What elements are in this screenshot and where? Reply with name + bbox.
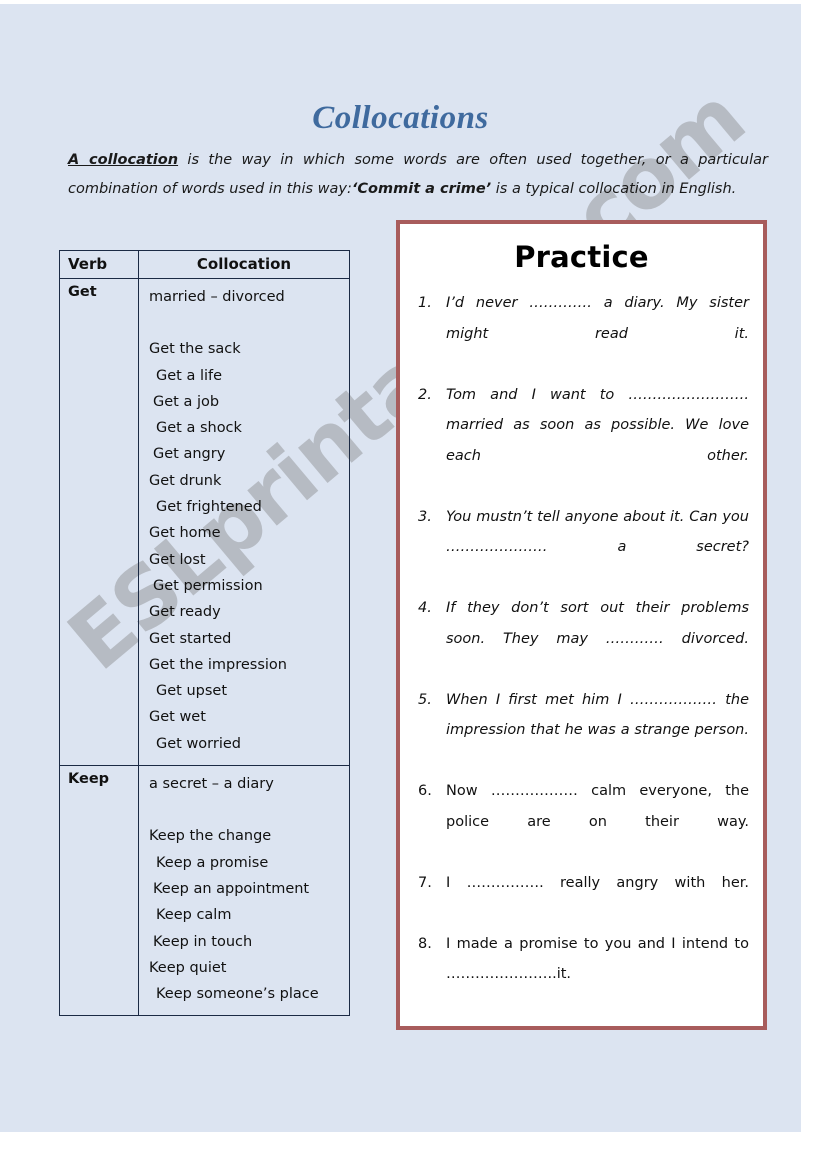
collocation-item: Get started — [149, 630, 232, 647]
practice-item: 8. I made a promise to you and I intend t… — [418, 929, 749, 1021]
collocation-item: Get drunk — [149, 472, 222, 489]
practice-item-number: 3. — [418, 508, 432, 525]
collocation-cell: married – divorced Get the sack Get a life… — [138, 277, 350, 767]
collocation-lead: a secret – a diary — [149, 776, 274, 793]
practice-item: 5. When I first met him I ……………… the impr… — [418, 685, 749, 777]
practice-item: 9. It was such a loud crash me.I …………… qu… — [418, 1020, 749, 1026]
practice-item-number: 6. — [418, 783, 432, 799]
practice-box: Practice 1. I’d never …………. a diary. My s… — [396, 220, 767, 1030]
practice-item: 2. Tom and I want to ……………………. married as… — [418, 380, 749, 502]
practice-item-number: 9. — [418, 1020, 442, 1026]
intro-example: ‘Commit a crime’ — [351, 181, 492, 197]
collocation-item: Keep a promise — [156, 854, 269, 871]
column-header-verb: Verb — [59, 250, 139, 279]
page-title: Collocations — [312, 100, 489, 136]
table-row: Keep a secret – a diary Keep the change Kee… — [59, 765, 350, 1017]
collocation-table: Verb Collocation Get married – divorced Ge… — [59, 250, 350, 1017]
collocation-item: Keep quiet — [149, 959, 227, 976]
intro-paragraph: A collocation is the way in which some w… — [68, 146, 768, 204]
practice-heading: Practice — [514, 240, 649, 274]
collocation-item: Get home — [149, 525, 221, 542]
collocation-lead: married – divorced — [149, 289, 285, 305]
collocation-item: Get wet — [149, 709, 206, 726]
practice-item-text: I’d never …………. a diary. My sister might… — [446, 295, 749, 342]
collocation-item: Keep calm — [156, 907, 232, 924]
collocation-item: Keep an appointment — [153, 880, 310, 897]
collocation-item: Get permission — [153, 577, 263, 594]
collocation-item: Get lost — [149, 551, 206, 568]
collocation-item: Get the sack — [149, 341, 241, 358]
verb-cell: Keep — [59, 765, 139, 1017]
table-header-row: Verb Collocation — [59, 250, 350, 279]
collocation-item: Get frightened — [156, 499, 262, 516]
collocation-item: Get angry — [153, 446, 226, 463]
practice-item: 4. If they don’t sort out their problems … — [418, 593, 749, 685]
practice-item-text: I made a promise to you and I intend to … — [446, 935, 749, 983]
collocation-item: Keep in touch — [153, 933, 253, 950]
paper-edge-right — [801, 0, 826, 1169]
collocation-item: Get ready — [149, 604, 221, 621]
practice-item-number: 1. — [418, 295, 432, 311]
column-header-collocation: Collocation — [138, 250, 350, 279]
practice-item-number: 8. — [418, 935, 432, 952]
practice-item-number: 4. — [418, 600, 432, 616]
table-row: Get married – divorced Get the sack Get a l… — [59, 277, 350, 767]
practice-item: 3. You mustn’t tell anyone about it. Can … — [418, 502, 749, 594]
practice-item-text: I ……………. really angry with her. — [446, 874, 749, 891]
practice-item: 7. I ……………. really angry with her. — [418, 868, 749, 929]
paper-edge-bottom — [0, 1132, 826, 1169]
collocation-item: Get upset — [156, 683, 228, 700]
practice-item-text: Tom and I want to ……………………. married as s… — [446, 386, 749, 464]
collocation-item: Get the impression — [149, 656, 287, 673]
verb-cell: Get — [59, 277, 139, 767]
intro-term: A collocation — [68, 152, 179, 168]
practice-item-text: When I first met him I ……………… the impres… — [446, 691, 749, 739]
practice-item-text: If they don’t sort out their problems so… — [446, 600, 749, 647]
practice-item: 6. Now ……………… calm everyone, the police a… — [418, 776, 749, 868]
practice-item: 1. I’d never …………. a diary. My sister mig… — [418, 288, 749, 380]
collocation-item: Get a job — [153, 393, 220, 410]
practice-item-text: You mustn’t tell anyone about it. Can yo… — [446, 508, 749, 556]
practice-item-number: 5. — [418, 691, 432, 708]
collocation-cell: a secret – a diary Keep the change Keep a … — [138, 765, 350, 1017]
practice-question-list: 1. I’d never …………. a diary. My sister mig… — [400, 288, 763, 1026]
collocation-item: Keep someone’s place — [156, 986, 319, 1003]
collocation-item: Get a shock — [156, 420, 242, 437]
collocation-item: Get a life — [156, 367, 223, 384]
practice-item-number: 2. — [418, 386, 432, 403]
practice-item-text: Now ……………… calm everyone, the police are… — [446, 783, 749, 830]
collocation-item: Keep the change — [149, 828, 272, 845]
worksheet-page: ESLprintables.com Collocations A colloca… — [0, 4, 801, 1132]
practice-item-text: It was such a loud crash me.I …………… quit… — [446, 1020, 749, 1026]
paper-edge-top — [0, 0, 826, 4]
table-body: Get married – divorced Get the sack Get a l… — [59, 277, 350, 1017]
intro-part2: is a typical collocation in English. — [491, 181, 737, 197]
collocation-item: Get worried — [156, 735, 242, 752]
practice-item-number: 7. — [418, 874, 432, 891]
